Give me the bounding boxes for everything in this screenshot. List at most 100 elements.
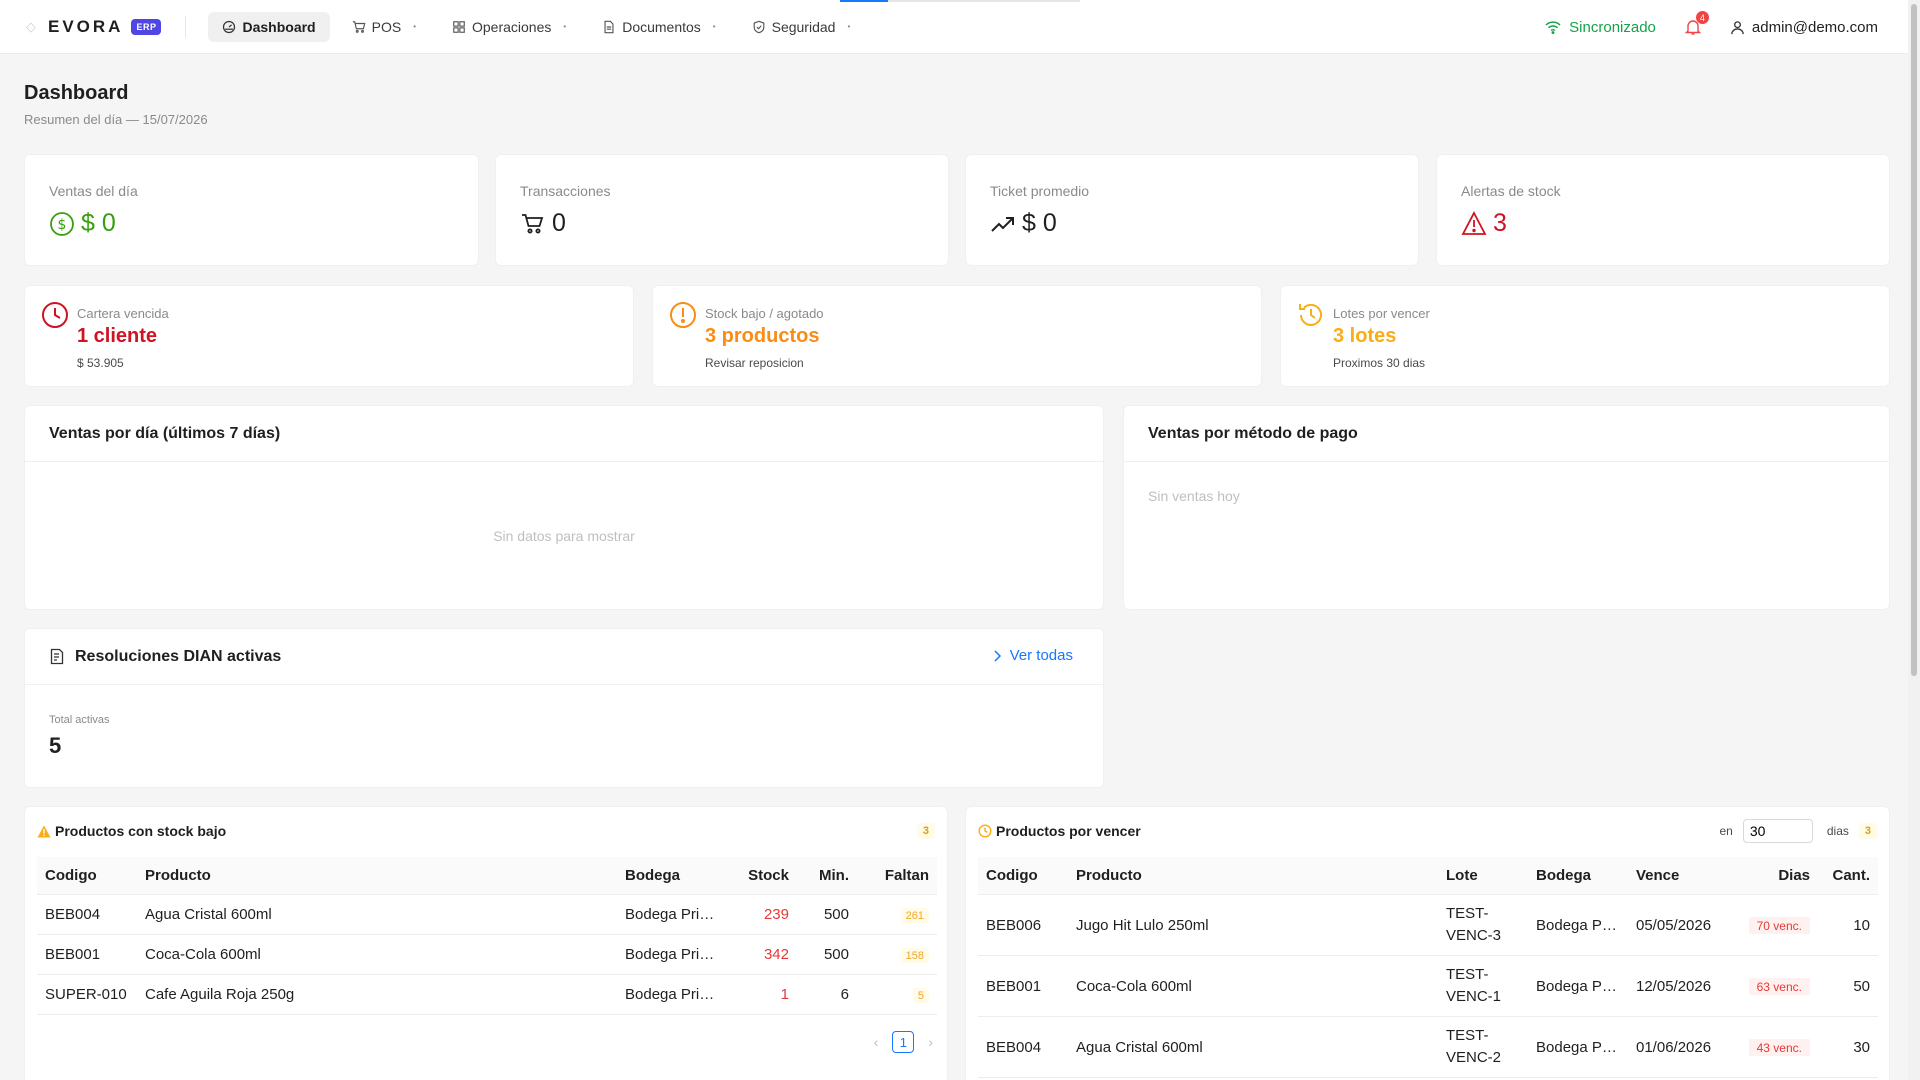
clock-icon (42, 302, 68, 328)
cell-codigo: BEB001 (986, 977, 1042, 995)
column-header[interactable]: Codigo (978, 867, 1068, 884)
grid-icon (453, 20, 465, 33)
panel-sales-by-method: Ventas por método de pago Sin ventas hoy (1123, 405, 1890, 610)
days-prefix-label: en (1719, 824, 1733, 838)
panel-title: Productos por vencer (996, 823, 1141, 839)
nav-item-dashboard[interactable]: Dashboard (208, 11, 330, 42)
column-header[interactable]: Producto (1068, 867, 1438, 884)
cell-cant: 30 (1853, 1038, 1870, 1056)
column-header[interactable]: Dias (1728, 867, 1818, 884)
document-icon (604, 20, 614, 33)
column-header[interactable]: Stock (727, 867, 797, 884)
alert-card-cartera[interactable]: Cartera vencida 1 cliente $ 53.905 (24, 285, 634, 387)
count-badge: 3 (916, 823, 935, 839)
kpi-value: 0 (552, 209, 566, 237)
alert-value: 1 cliente (77, 325, 158, 347)
topbar-right: Sincronizado 4 admin@demo.com (1545, 0, 1878, 54)
low-stock-table: Codigo Producto Bodega Stock Min. Faltan… (37, 857, 937, 1015)
table-row[interactable]: BEB001 Coca-Cola 600ml TEST-VENC-1 Bodeg… (978, 956, 1878, 1017)
empty-state-text: Sin ventas hoy (1148, 488, 1240, 504)
user-icon (1731, 20, 1744, 34)
main-nav: Dashboard POS • Operaciones • Documentos… (208, 11, 865, 42)
app-logo[interactable]: ◇ EVORA ERP (26, 17, 162, 37)
clock-icon (978, 824, 992, 838)
kpi-value-row: 3 (1461, 209, 1507, 238)
nav-item-label: POS (371, 18, 402, 35)
shield-icon (753, 20, 764, 33)
chevron-down-icon: • (413, 22, 416, 31)
column-header[interactable]: Faltan (857, 867, 937, 884)
chevron-down-icon: • (847, 22, 851, 31)
nav-item-documentos[interactable]: Documentos • (588, 12, 729, 42)
user-menu[interactable]: admin@demo.com (1730, 19, 1878, 36)
page-title: Dashboard (24, 82, 129, 104)
cell-bodega: Bodega Principal (625, 946, 727, 963)
total-active-value: 5 (49, 733, 62, 758)
logo-badge: ERP (131, 18, 162, 35)
cell-dias: 70 venc. (1748, 916, 1810, 934)
ver-todas-link[interactable]: Ver todas (992, 647, 1073, 664)
panel-header: Resoluciones DIAN activas (25, 629, 1103, 685)
column-header[interactable]: Codigo (37, 867, 137, 884)
column-header[interactable]: Cant. (1818, 867, 1878, 884)
chevron-left-icon[interactable]: ‹ (874, 1034, 879, 1050)
dollar-circle-icon: $ (50, 211, 74, 236)
alert-sub: Revisar reposicion (705, 356, 804, 370)
pagination: ‹ 1 › (874, 1031, 933, 1053)
table-row[interactable]: BEB006 Jugo Hit Lulo 250ml TEST-VENC-3 B… (978, 895, 1878, 956)
nav-item-operaciones[interactable]: Operaciones • (438, 12, 580, 42)
panel-title: Productos con stock bajo (55, 823, 227, 839)
cell-codigo: BEB001 (45, 946, 101, 963)
kpi-card-ventas: Ventas del día $ $ 0 (24, 154, 479, 266)
page-subtitle: Resumen del día — 15/07/2026 (24, 112, 208, 127)
alert-card-stock[interactable]: Stock bajo / agotado 3 productos Revisar… (652, 285, 1262, 387)
nav-item-label: Documentos (622, 18, 701, 35)
table-row[interactable]: SUPER-010 Cafe Aguila Roja 250g Bodega P… (37, 975, 937, 1015)
table-header: Codigo Producto Lote Bodega Vence Dias C… (978, 857, 1878, 895)
page-scrollbar[interactable] (1908, 0, 1920, 1080)
panel-title: Ventas por método de pago (1124, 406, 1889, 462)
cell-bodega: Bodega Principal (625, 986, 727, 1003)
cell-lote: TEST-VENC-2 (1446, 1027, 1502, 1066)
chevron-down-icon: • (563, 22, 567, 31)
kpi-value-row: 0 (520, 209, 566, 238)
nav-item-pos[interactable]: POS • (338, 12, 430, 42)
kpi-value: $ 0 (1022, 209, 1057, 237)
cell-vence: 12/05/2026 (1636, 977, 1712, 995)
notifications-button[interactable]: 4 (1684, 11, 1709, 36)
panel-sales-by-day: Ventas por día (últimos 7 días) Sin dato… (24, 405, 1104, 610)
column-header[interactable]: Min. (797, 867, 857, 884)
column-header[interactable]: Vence (1628, 867, 1728, 884)
table-row[interactable]: BEB001 Coca-Cola 600ml Bodega Principal … (37, 935, 937, 975)
warning-icon (1461, 210, 1487, 235)
kpi-value: 3 (1493, 209, 1507, 237)
alert-value: 3 productos (705, 325, 820, 347)
column-header[interactable]: Lote (1438, 867, 1528, 884)
nav-item-seguridad[interactable]: Seguridad • (738, 12, 865, 42)
top-navbar: ◇ EVORA ERP Dashboard POS • Operaciones … (0, 0, 1908, 54)
chevron-down-icon: • (712, 22, 716, 31)
table-row[interactable]: BEB004 Agua Cristal 600ml Bodega Princip… (37, 895, 937, 935)
dashboard-icon (223, 20, 236, 33)
cell-codigo: BEB006 (986, 916, 1042, 934)
nav-item-label: Operaciones (472, 18, 552, 35)
cell-codigo: SUPER-010 (45, 986, 127, 1003)
column-header[interactable]: Producto (137, 867, 617, 884)
chevron-right-icon (994, 649, 1001, 662)
table-row[interactable]: BEB004 Agua Cristal 600ml TEST-VENC-2 Bo… (978, 1017, 1878, 1078)
column-header[interactable]: Bodega (1528, 867, 1628, 884)
scrollbar-thumb[interactable] (1911, 4, 1917, 676)
cell-lote: TEST-VENC-3 (1446, 905, 1502, 944)
expiring-table: Codigo Producto Lote Bodega Vence Dias C… (978, 857, 1878, 1078)
kpi-value: $ 0 (81, 209, 116, 237)
alert-card-lotes[interactable]: Lotes por vencer 3 lotes Proximos 30 dia… (1280, 285, 1890, 387)
loading-progress (840, 0, 1080, 2)
chevron-right-icon[interactable]: › (928, 1034, 933, 1050)
sync-status[interactable]: Sincronizado (1545, 19, 1656, 36)
page-number[interactable]: 1 (892, 1031, 915, 1053)
days-input[interactable] (1742, 819, 1813, 843)
column-header[interactable]: Bodega (617, 867, 727, 884)
panel-header: Productos por vencer en dias 3 (978, 817, 1877, 845)
cell-faltan: 158 (900, 948, 929, 963)
cart-icon (522, 213, 544, 233)
